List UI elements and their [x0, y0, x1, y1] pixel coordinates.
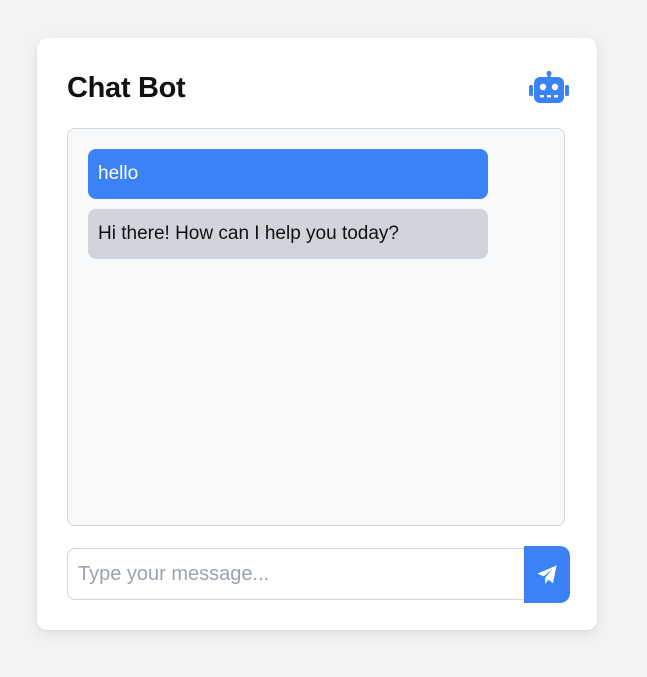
chat-header: Chat Bot	[67, 68, 569, 108]
bot-message: Hi there! How can I help you today?	[88, 209, 488, 259]
robot-icon	[529, 71, 569, 105]
page-title: Chat Bot	[67, 71, 186, 104]
chat-card: Chat Bot hello Hi there! How can I help …	[37, 38, 597, 630]
user-message: hello	[88, 149, 488, 199]
message-list[interactable]: hello Hi there! How can I help you today…	[67, 128, 565, 526]
paper-plane-icon	[536, 564, 558, 586]
message-input[interactable]	[67, 548, 527, 600]
composer	[67, 546, 570, 603]
send-button[interactable]	[524, 546, 570, 603]
